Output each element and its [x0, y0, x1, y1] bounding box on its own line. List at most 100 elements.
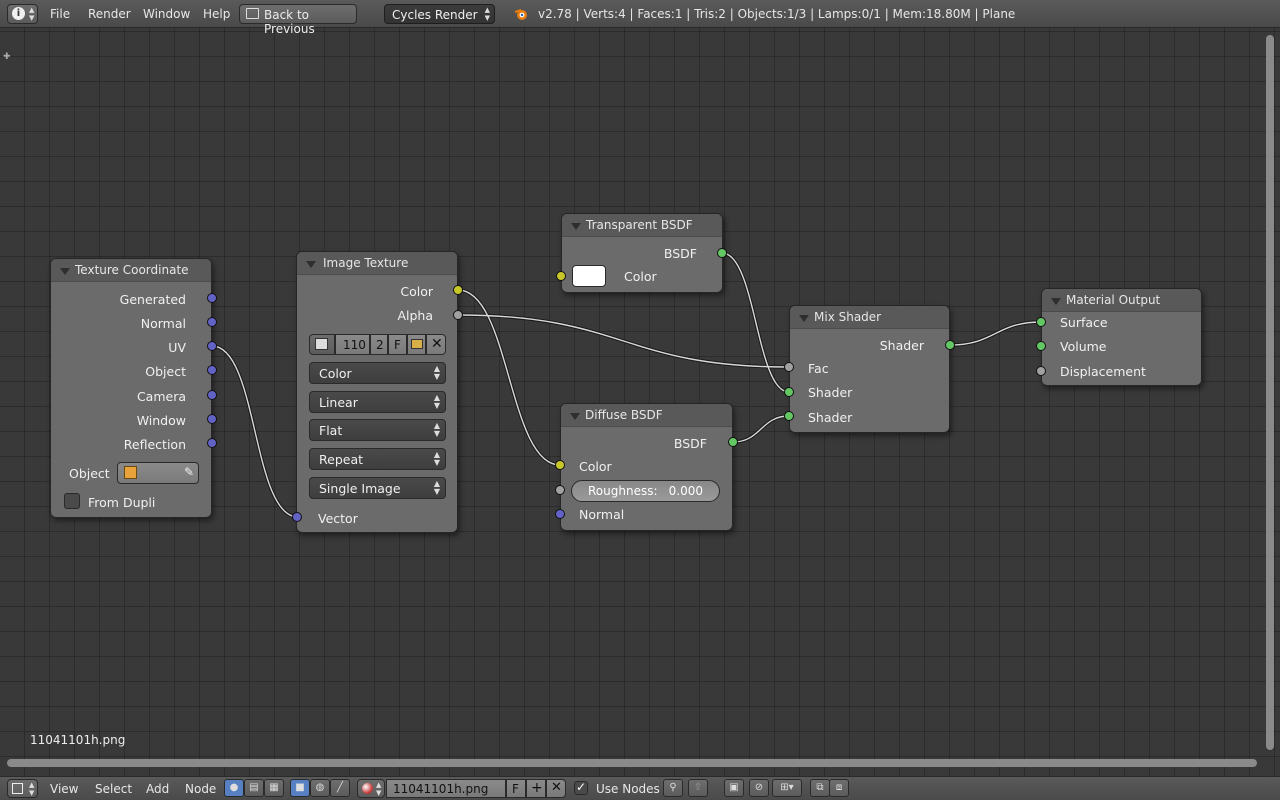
fake-user-button[interactable]: F — [506, 779, 526, 798]
collapse-triangle-icon[interactable] — [799, 315, 809, 322]
from-dupli-checkbox[interactable] — [64, 493, 80, 509]
menu-help[interactable]: Help — [203, 7, 230, 21]
socket-color-in[interactable] — [556, 271, 566, 281]
info-header: i ▲ ▼ File Render Window Help Back to Pre… — [0, 0, 1280, 36]
output-label-normal: Normal — [140, 316, 186, 331]
vertical-scrollbar[interactable] — [1266, 35, 1274, 750]
paste-nodes-icon[interactable]: ⧈ — [829, 779, 849, 797]
socket-camera[interactable] — [207, 390, 217, 400]
pin-icon[interactable]: ⚲ — [663, 779, 683, 797]
menu-add[interactable]: Add — [146, 782, 169, 796]
copy-nodes-icon[interactable]: ⧉ — [810, 779, 830, 797]
socket-generated[interactable] — [207, 293, 217, 303]
compositing-nodes-icon[interactable]: ▤ — [244, 779, 264, 797]
snap-element-icon[interactable]: ⊞▾ — [772, 779, 802, 797]
unlink-image-button[interactable]: ✕ — [426, 334, 446, 355]
editor-type-button[interactable]: i ▲ ▼ — [7, 4, 38, 24]
use-nodes-label: Use Nodes — [596, 782, 660, 796]
socket-alpha-out[interactable] — [453, 310, 463, 320]
node-header[interactable]: Texture Coordinate — [51, 259, 211, 282]
render-engine-select[interactable]: Cycles Render ▲ ▼ — [384, 4, 495, 24]
menu-node[interactable]: Node — [185, 782, 216, 796]
socket-reflection[interactable] — [207, 438, 217, 448]
texture-nodes-icon[interactable]: ▦ — [264, 779, 284, 797]
transparent-bsdf-node[interactable]: Transparent BSDF BSDF Color — [561, 213, 723, 293]
shader-nodes-icon[interactable]: ● — [224, 779, 244, 797]
menu-render[interactable]: Render — [88, 7, 131, 21]
editor-type-button[interactable]: ▲ ▼ — [7, 779, 38, 798]
menu-view[interactable]: View — [50, 782, 78, 796]
node-header[interactable]: Material Output — [1042, 289, 1201, 312]
socket-normal[interactable] — [207, 317, 217, 327]
socket-object[interactable] — [207, 365, 217, 375]
snap-icon[interactable]: ⊘ — [749, 779, 769, 797]
menu-file[interactable]: File — [50, 7, 70, 21]
socket-roughness-in[interactable] — [555, 485, 565, 495]
eyedropper-icon[interactable]: ✎ — [184, 465, 194, 479]
input-label-displacement: Displacement — [1060, 364, 1146, 379]
parent-node-tree-icon[interactable]: ⇧ — [688, 779, 708, 797]
socket-bsdf-out[interactable] — [717, 248, 727, 258]
socket-volume-in[interactable] — [1036, 341, 1046, 351]
socket-vector-in[interactable] — [292, 512, 302, 522]
backdrop-icon[interactable]: ▣ — [724, 779, 744, 797]
new-material-button[interactable]: + — [526, 779, 546, 798]
menu-window[interactable]: Window — [143, 7, 190, 21]
socket-displacement-in[interactable] — [1036, 366, 1046, 376]
collapse-triangle-icon[interactable] — [570, 413, 580, 420]
unlink-material-button[interactable]: ✕ — [546, 779, 566, 798]
mix-shader-node[interactable]: Mix Shader Shader Fac Shader Shader — [789, 305, 950, 433]
material-browse-button[interactable]: ▲ ▼ — [357, 779, 385, 798]
socket-fac-in[interactable] — [784, 362, 794, 372]
extension-select[interactable]: Repeat ▲ ▼ — [309, 448, 446, 470]
source-select[interactable]: Single Image ▲ ▼ — [309, 477, 446, 499]
input-label-volume: Volume — [1060, 339, 1107, 354]
image-texture-node[interactable]: Image Texture Color Alpha 110 2 F ✕ Colo… — [296, 251, 458, 533]
socket-color-out[interactable] — [453, 285, 463, 295]
interpolation-select[interactable]: Linear ▲ ▼ — [309, 391, 446, 413]
socket-uv[interactable] — [207, 341, 217, 351]
object-field[interactable]: ✎ — [117, 462, 199, 484]
image-browse-button[interactable] — [309, 334, 335, 355]
socket-color-in[interactable] — [555, 460, 565, 470]
area-corner-icon[interactable]: ✚ — [3, 52, 11, 62]
image-number-field[interactable]: 2 — [370, 334, 388, 355]
texture-coordinate-node[interactable]: Texture Coordinate Generated Normal UV O… — [50, 258, 212, 518]
color-swatch[interactable] — [572, 265, 606, 287]
socket-surface-in[interactable] — [1036, 317, 1046, 327]
node-header[interactable]: Diffuse BSDF — [561, 404, 732, 427]
socket-bsdf-out[interactable] — [728, 437, 738, 447]
socket-shader-in-2[interactable] — [784, 411, 794, 421]
object-shader-icon[interactable]: ■ — [290, 779, 310, 797]
collapse-triangle-icon[interactable] — [1051, 298, 1061, 305]
socket-shader-in-1[interactable] — [784, 387, 794, 397]
image-number-value: 2 — [376, 338, 384, 352]
collapse-triangle-icon[interactable] — [571, 223, 581, 230]
input-label-color: Color — [624, 269, 657, 284]
menu-select[interactable]: Select — [95, 782, 132, 796]
material-output-node[interactable]: Material Output Surface Volume Displacem… — [1041, 288, 1202, 386]
source-value: Single Image — [319, 481, 401, 496]
linestyle-shader-icon[interactable]: ╱ — [330, 779, 350, 797]
fake-user-button[interactable]: F — [388, 334, 407, 355]
horizontal-scrollbar[interactable] — [7, 759, 1257, 767]
diffuse-bsdf-node[interactable]: Diffuse BSDF BSDF Color Roughness: 0.000… — [560, 403, 733, 531]
image-users-field[interactable]: 110 — [335, 334, 370, 355]
node-header[interactable]: Mix Shader — [790, 306, 949, 329]
color-space-select[interactable]: Color ▲ ▼ — [309, 362, 446, 384]
collapse-triangle-icon[interactable] — [306, 261, 316, 268]
world-shader-icon[interactable]: ◍ — [310, 779, 330, 797]
socket-window[interactable] — [207, 414, 217, 424]
socket-normal-in[interactable] — [555, 509, 565, 519]
node-header[interactable]: Transparent BSDF — [562, 214, 722, 237]
chevron-updown-icon: ▲ ▼ — [29, 781, 35, 797]
node-header[interactable]: Image Texture — [297, 252, 457, 275]
image-name-field[interactable]: 11041101h.png — [386, 779, 506, 798]
collapse-triangle-icon[interactable] — [60, 268, 70, 275]
back-to-previous-button[interactable]: Back to Previous — [239, 4, 357, 36]
use-nodes-checkbox[interactable]: ✓ — [574, 780, 588, 795]
projection-select[interactable]: Flat ▲ ▼ — [309, 419, 446, 441]
roughness-slider[interactable]: Roughness: 0.000 — [571, 480, 720, 502]
socket-shader-out[interactable] — [945, 340, 955, 350]
open-image-button[interactable] — [407, 334, 426, 355]
